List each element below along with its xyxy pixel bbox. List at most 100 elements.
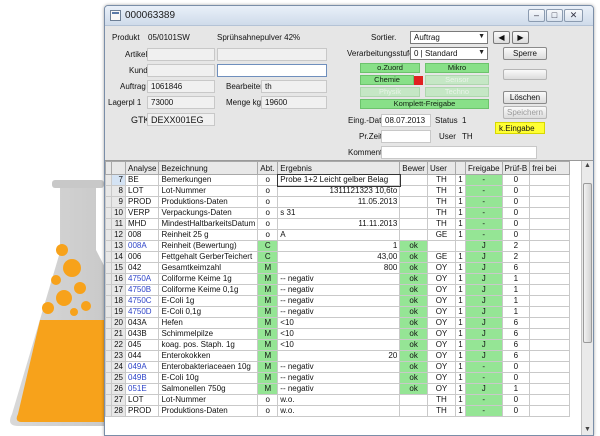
scroll-down-icon[interactable]: ▼ [582,426,593,435]
user-cell[interactable]: TH [426,405,456,417]
count-cell[interactable]: 1 [454,229,466,241]
prev-button[interactable]: ◀ [493,31,510,44]
table-row[interactable]: 11 MHD MindestHaltbarkeitsDatum o 11.11.2013… [105,218,571,230]
bezeichnung-cell[interactable]: Produktions-Daten [158,196,259,208]
user-cell[interactable]: TH [426,196,456,208]
count-cell[interactable]: 1 [454,185,466,197]
analyse-cell[interactable]: 4750C [124,295,160,307]
user-cell[interactable]: TH [426,174,456,186]
abt-cell[interactable]: o [257,229,279,241]
bewertung-cell[interactable] [399,196,428,208]
header-bezeichnung[interactable]: Bezeichnung [158,161,259,175]
bewertung-cell[interactable]: ok [399,339,428,351]
verarbeitungsstufe-select[interactable]: 0 | Standard ▼ [410,47,488,60]
bezeichnung-cell[interactable]: Hefen [158,317,259,329]
analyse-cell[interactable]: 4750B [124,284,160,296]
bezeichnung-cell[interactable]: Verpackungs-Daten [158,207,259,219]
freigabe-cell[interactable]: J [464,383,503,395]
header-analyse[interactable]: Analyse [124,161,160,175]
frei-bei-cell[interactable] [529,207,571,219]
ergebnis-cell[interactable]: w.o. [277,405,401,417]
bewertung-cell[interactable] [399,229,428,241]
loeschen-button[interactable]: Löschen [503,91,547,104]
bezeichnung-cell[interactable]: E-Coli 10g [158,372,259,384]
table-row[interactable]: 28 PROD Produktions-Daten o w.o. TH 1-0 [105,405,571,417]
artikel-name-field[interactable] [217,48,327,61]
table-row[interactable]: 10 VERP Verpackungs-Daten o s 31 TH 1-0 [105,207,571,219]
user-cell[interactable]: OY [426,383,456,395]
bewertung-cell[interactable]: ok [399,240,428,252]
user-cell[interactable]: OY [426,284,456,296]
count-cell[interactable]: 1 [454,350,466,362]
table-row[interactable]: 9 PROD Produktions-Daten o 11.05.2013 TH 1-0 [105,196,571,208]
table-row[interactable]: 21 043B Schimmelpilze M <10 ok OY 1 J 6 [105,328,571,340]
count-cell[interactable]: 1 [454,317,466,329]
bezeichnung-cell[interactable]: E-Coli 0,1g [158,306,259,318]
bewertung-cell[interactable] [399,405,428,417]
pruef-b-cell[interactable]: 0 [501,372,531,384]
frei-bei-cell[interactable] [529,185,571,197]
bewertung-cell[interactable]: ok [399,383,428,395]
analyse-cell[interactable]: PROD [124,405,160,417]
table-row[interactable]: 23 044 Enterokokken M 20 ok OY 1 J 6 [105,350,571,362]
freigabe-cell[interactable]: J [464,295,503,307]
table-row[interactable]: 26 051E Salmonellen 750g M -- negativ ok OY 1 J 1 [105,383,571,395]
flag-physik[interactable]: Physik [360,87,420,97]
pruef-b-cell[interactable]: 0 [501,229,531,241]
freigabe-cell[interactable]: J [464,350,503,362]
ergebnis-cell[interactable]: 43,00 [277,251,401,263]
flag-techno[interactable]: Techno [425,87,489,97]
analyse-cell[interactable]: 042 [124,262,160,274]
bezeichnung-cell[interactable]: Reinheit 25 g [158,229,259,241]
table-row[interactable]: 16 4750A Coliforme Keime 1g M -- negativ ok OY… [105,273,571,285]
count-cell[interactable]: 1 [454,372,466,384]
ergebnis-cell[interactable]: Probe 1+2 Leicht gelber Belag [276,173,401,187]
analyse-cell[interactable]: 4750A [124,273,160,285]
header-ergebnis[interactable]: Ergebnis [277,161,401,175]
bewertung-cell[interactable]: ok [399,295,428,307]
ergebnis-cell[interactable]: 1 [277,240,401,252]
pruef-b-cell[interactable]: 6 [501,317,531,329]
bezeichnung-cell[interactable]: Bemerkungen [158,174,259,186]
ergebnis-cell[interactable]: -- negativ [277,383,401,395]
table-row[interactable]: 12 008 Reinheit 25 g o A GE 1-0 [105,229,571,241]
count-cell[interactable]: 1 [454,251,466,263]
analyse-cell[interactable]: 044 [124,350,160,362]
count-cell[interactable]: 1 [454,174,466,186]
user-cell[interactable]: OY [426,372,456,384]
bezeichnung-cell[interactable]: Enterokokken [158,350,259,362]
blank-button[interactable] [503,69,547,80]
freigabe-cell[interactable]: - [464,174,503,186]
bezeichnung-cell[interactable]: Salmonellen 750g [158,383,259,395]
frei-bei-cell[interactable] [529,262,571,274]
next-button[interactable]: ▶ [512,31,529,44]
freigabe-cell[interactable]: J [464,339,503,351]
abt-cell[interactable]: M [257,317,279,329]
pruef-b-cell[interactable]: 1 [501,383,531,395]
freigabe-cell[interactable]: - [464,394,503,406]
artikel-field[interactable] [147,48,215,61]
bezeichnung-cell[interactable]: Schimmelpilze [158,328,259,340]
pruef-b-cell[interactable]: 2 [501,251,531,263]
ergebnis-cell[interactable]: A [277,229,401,241]
pr-zeit-field[interactable] [381,130,431,143]
freigabe-cell[interactable]: - [464,196,503,208]
header-count[interactable] [454,161,466,175]
count-cell[interactable]: 1 [454,295,466,307]
eing-dat-field[interactable]: 08.07.2013 [381,114,431,127]
abt-cell[interactable]: M [257,339,279,351]
bezeichnung-cell[interactable]: Lot-Nummer [158,185,259,197]
abt-cell[interactable]: o [257,174,279,186]
frei-bei-cell[interactable] [529,394,571,406]
ergebnis-cell[interactable]: -- negativ [277,295,401,307]
ergebnis-cell[interactable]: <10 [277,317,401,329]
bewertung-cell[interactable]: ok [399,317,428,329]
pruef-b-cell[interactable]: 6 [501,328,531,340]
abt-cell[interactable]: M [257,383,279,395]
ergebnis-cell[interactable]: <10 [277,328,401,340]
abt-cell[interactable]: o [257,196,279,208]
user-cell[interactable]: OY [426,273,456,285]
frei-bei-cell[interactable] [529,174,571,186]
freigabe-cell[interactable]: J [464,240,503,252]
table-row[interactable]: 20 043A Hefen M <10 ok OY 1 J 6 [105,317,571,329]
